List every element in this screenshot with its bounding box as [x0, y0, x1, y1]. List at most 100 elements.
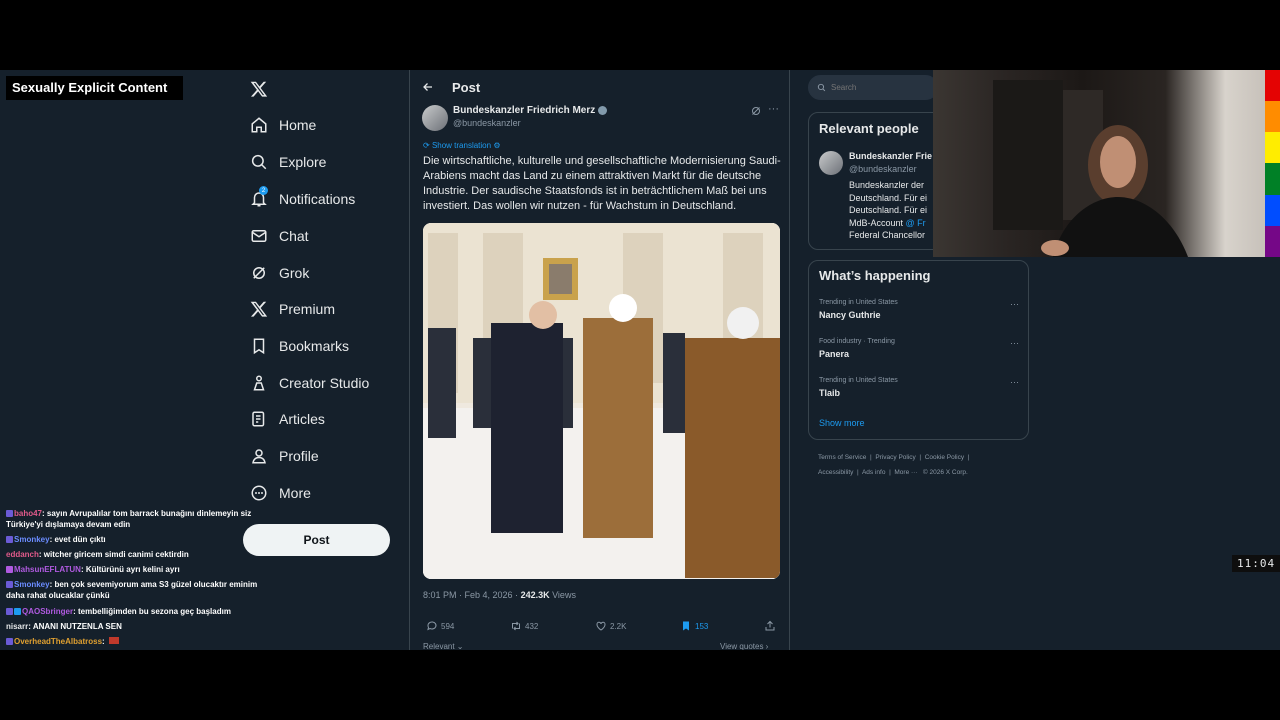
author-name[interactable]: Bundeskanzler Friedrich Merz: [453, 105, 608, 116]
nav-premium-label: Premium: [279, 301, 336, 317]
nav-home-label: Home: [279, 117, 317, 133]
like-button[interactable]: 2.2K: [595, 620, 626, 632]
more-options-icon[interactable]: ···: [768, 103, 779, 115]
chat-message: MahsunEFLATUN: Kültürünü ayrı kelini ayr…: [6, 564, 266, 575]
search-input[interactable]: [831, 83, 931, 92]
view-quotes-link[interactable]: View quotes ›: [720, 642, 768, 650]
bookmark-button[interactable]: 153: [680, 620, 708, 632]
emote-icon: [108, 637, 119, 644]
nav-notifications[interactable]: 2 Notifications: [250, 184, 355, 214]
nav-bookmarks[interactable]: Bookmarks: [250, 331, 349, 361]
verified-badge-icon: [598, 106, 608, 115]
reply-button[interactable]: 594: [426, 620, 454, 632]
chat-message: baho47: sayın Avrupalılar tom barrack bu…: [6, 509, 252, 529]
bio-line: Federal Chancellor: [849, 230, 926, 240]
like-count: 2.2K: [610, 621, 627, 631]
footer-link[interactable]: More ···: [894, 469, 917, 476]
home-icon: [251, 117, 267, 133]
bio-line: MdB-Account: [849, 217, 904, 228]
explicit-content-badge: Sexually Explicit Content: [6, 76, 183, 100]
post-actions: 594 432 2.2K 153: [410, 620, 791, 638]
chat-text: witcher giricem simdi canimi cektirdin: [43, 550, 189, 559]
footer-links-row: Terms of Service | Privacy Policy | Cook…: [818, 454, 970, 461]
post-header: Post: [422, 76, 480, 98]
nav-explore[interactable]: Explore: [250, 147, 326, 177]
trend-category: Food industry · Trending: [819, 338, 895, 345]
footer-link[interactable]: Accessibility: [818, 469, 853, 476]
nav-more[interactable]: More: [250, 478, 311, 508]
nav-premium[interactable]: Premium: [250, 294, 335, 324]
bio-line: Bundeskanzler der: [849, 180, 925, 190]
webcam-overlay: [933, 70, 1265, 257]
footer-links-row: Accessibility | Ads info | More ··· © 20…: [818, 469, 968, 476]
notification-count-badge: 2: [259, 186, 268, 195]
author-handle[interactable]: @bundeskanzler: [453, 118, 521, 128]
stream-clock: 11:04: [1232, 555, 1280, 572]
x-post-page: Sexually Explicit Content Home Explore 2…: [0, 70, 1280, 650]
creator-icon: [253, 375, 265, 391]
heart-icon: [596, 621, 606, 631]
bio-line: Deutschland. Für ei: [849, 205, 928, 215]
trend-item[interactable]: Trending in United States Tlaib ···: [819, 377, 1019, 398]
chat-username: nisarr: [6, 622, 29, 631]
person-avatar[interactable]: [819, 151, 843, 175]
articles-icon: [252, 411, 265, 427]
reply-icon: [427, 621, 437, 631]
more-icon: [251, 485, 267, 501]
person-handle[interactable]: @bundeskanzler: [849, 164, 917, 174]
bookmark-icon: [253, 338, 265, 355]
trend-more-icon[interactable]: ···: [1010, 377, 1019, 387]
nav-chat-label: Chat: [279, 228, 309, 244]
grok-icon[interactable]: [750, 105, 762, 117]
trend-name: Nancy Guthrie: [819, 310, 881, 320]
stream-frame: Sexually Explicit Content Home Explore 2…: [0, 0, 1280, 720]
show-translation-link[interactable]: ⟳ Show translation ⚙: [423, 141, 501, 150]
chat-text: Kültürünü ayrı kelini ayrı: [85, 565, 180, 574]
share-icon[interactable]: [764, 620, 776, 632]
nav-creator-studio[interactable]: Creator Studio: [250, 368, 369, 398]
post-image[interactable]: [423, 223, 780, 579]
nav-home[interactable]: Home: [250, 110, 316, 140]
nav-profile[interactable]: Profile: [250, 441, 319, 471]
mail-icon: [251, 230, 267, 242]
nav-chat[interactable]: Chat: [250, 221, 309, 251]
nav-explore-label: Explore: [279, 154, 327, 170]
post-timestamp[interactable]: 8:01 PM · Feb 4, 2026 ·: [423, 590, 521, 600]
search-icon: [817, 83, 826, 92]
relevant-people-title: Relevant people: [819, 121, 919, 136]
author-avatar[interactable]: [422, 105, 448, 131]
pride-flag: [1265, 70, 1280, 257]
nav-notifications-label: Notifications: [279, 191, 356, 207]
nav-more-label: More: [279, 485, 311, 501]
show-translation-text: Show translation: [431, 141, 492, 150]
post-column: Post Bundeskanzler Friedrich Merz @bunde…: [409, 70, 790, 650]
chat-username: QAOSbringer: [22, 607, 74, 616]
person-name[interactable]: Bundeskanzler Frie: [849, 151, 932, 161]
repost-button[interactable]: 432: [510, 620, 538, 632]
whats-happening-card: What’s happening Trending in United Stat…: [808, 260, 1029, 440]
whats-happening-title: What’s happening: [819, 268, 931, 283]
search-box[interactable]: [808, 75, 938, 100]
x-logo-icon[interactable]: [250, 80, 268, 98]
stream-overlay-left: Sexually Explicit Content: [0, 70, 235, 650]
trend-more-icon[interactable]: ···: [1010, 338, 1019, 348]
bio-line: Deutschland. Für ei: [849, 192, 928, 203]
back-arrow-icon[interactable]: [422, 81, 434, 93]
footer-link[interactable]: Cookie Policy: [925, 454, 964, 461]
bookmark-filled-icon: [683, 621, 689, 631]
chat-text: sayın Avrupalılar tom barrack bunağını d…: [6, 509, 252, 529]
nav-articles[interactable]: Articles: [250, 404, 325, 434]
footer-copyright: © 2026 X Corp.: [922, 469, 968, 476]
footer-link[interactable]: Terms of Service: [818, 454, 866, 461]
trend-more-icon[interactable]: ···: [1010, 299, 1019, 309]
repost-icon: [512, 621, 520, 631]
show-more-link[interactable]: Show more: [819, 418, 865, 428]
footer-link[interactable]: Privacy Policy: [875, 454, 915, 461]
trend-item[interactable]: Trending in United States Nancy Guthrie …: [819, 299, 1019, 320]
post-meta: 8:01 PM · Feb 4, 2026 · 242.3K Views: [423, 590, 576, 600]
bio-link[interactable]: @ Fr: [906, 218, 926, 228]
trend-item[interactable]: Food industry · Trending Panera ···: [819, 338, 1019, 359]
footer-link[interactable]: Ads info: [862, 469, 886, 476]
nav-grok[interactable]: Grok: [250, 258, 309, 288]
replies-sort-dropdown[interactable]: Relevant ⌄: [423, 642, 464, 650]
